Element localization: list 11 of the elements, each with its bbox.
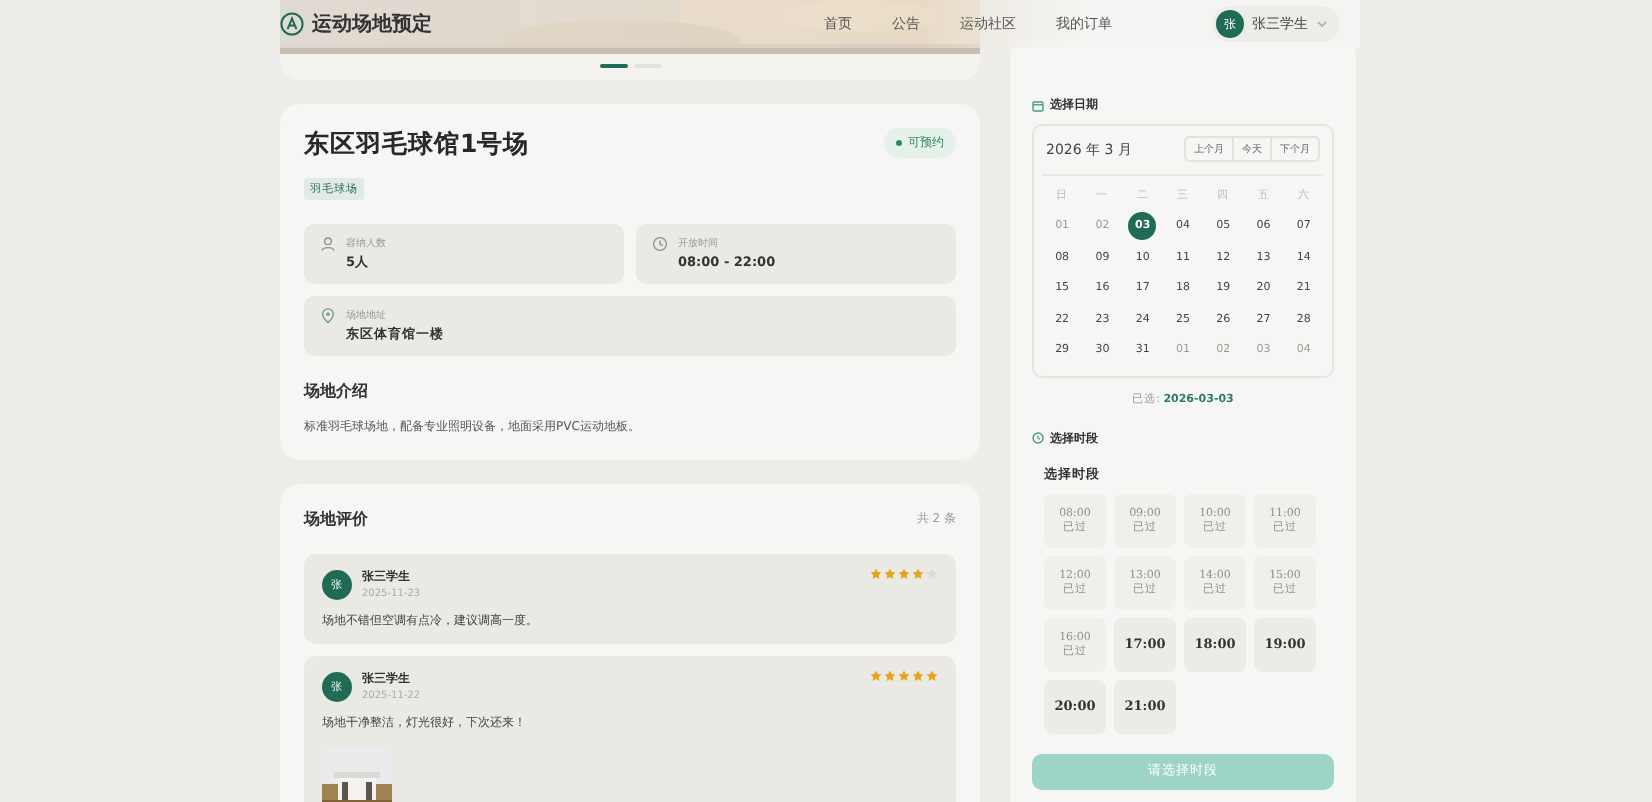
section-heading: 场地介绍 [304,380,370,402]
clock-icon [652,236,668,252]
calendar-icon [1032,99,1044,111]
venue-name: 东区羽毛球馆1号场 [304,128,530,162]
caret-icon [1316,18,1328,30]
section-heading: 场地评价 [304,508,368,530]
person-icon [320,236,336,252]
location-pin-icon [320,308,336,324]
site-title: 运动场地预定 [312,10,432,38]
clock-icon [1032,432,1044,444]
logo-icon [280,12,304,36]
